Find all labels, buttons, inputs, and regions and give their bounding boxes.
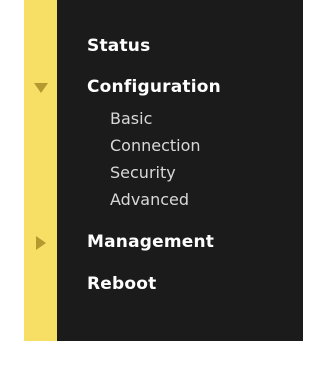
nav-subitem-security[interactable]: Security [110,163,176,182]
configuration-expanded-arrow-icon[interactable] [24,80,57,96]
nav-item-management[interactable]: Management [87,232,214,252]
nav-item-status[interactable]: Status [87,36,150,56]
navigation-frame: Status Configuration Basic Connection Se… [24,0,303,371]
nav-item-reboot[interactable]: Reboot [87,274,156,294]
nav-subitem-connection[interactable]: Connection [110,136,201,155]
expanded-arrow-icon [33,83,48,93]
navigation-accent-strip [24,0,57,341]
nav-subitem-advanced[interactable]: Advanced [110,190,189,209]
management-collapsed-arrow-icon[interactable] [24,235,57,251]
nav-item-configuration[interactable]: Configuration [87,77,221,97]
nav-subitem-basic[interactable]: Basic [110,109,152,128]
collapsed-arrow-icon [35,236,46,250]
